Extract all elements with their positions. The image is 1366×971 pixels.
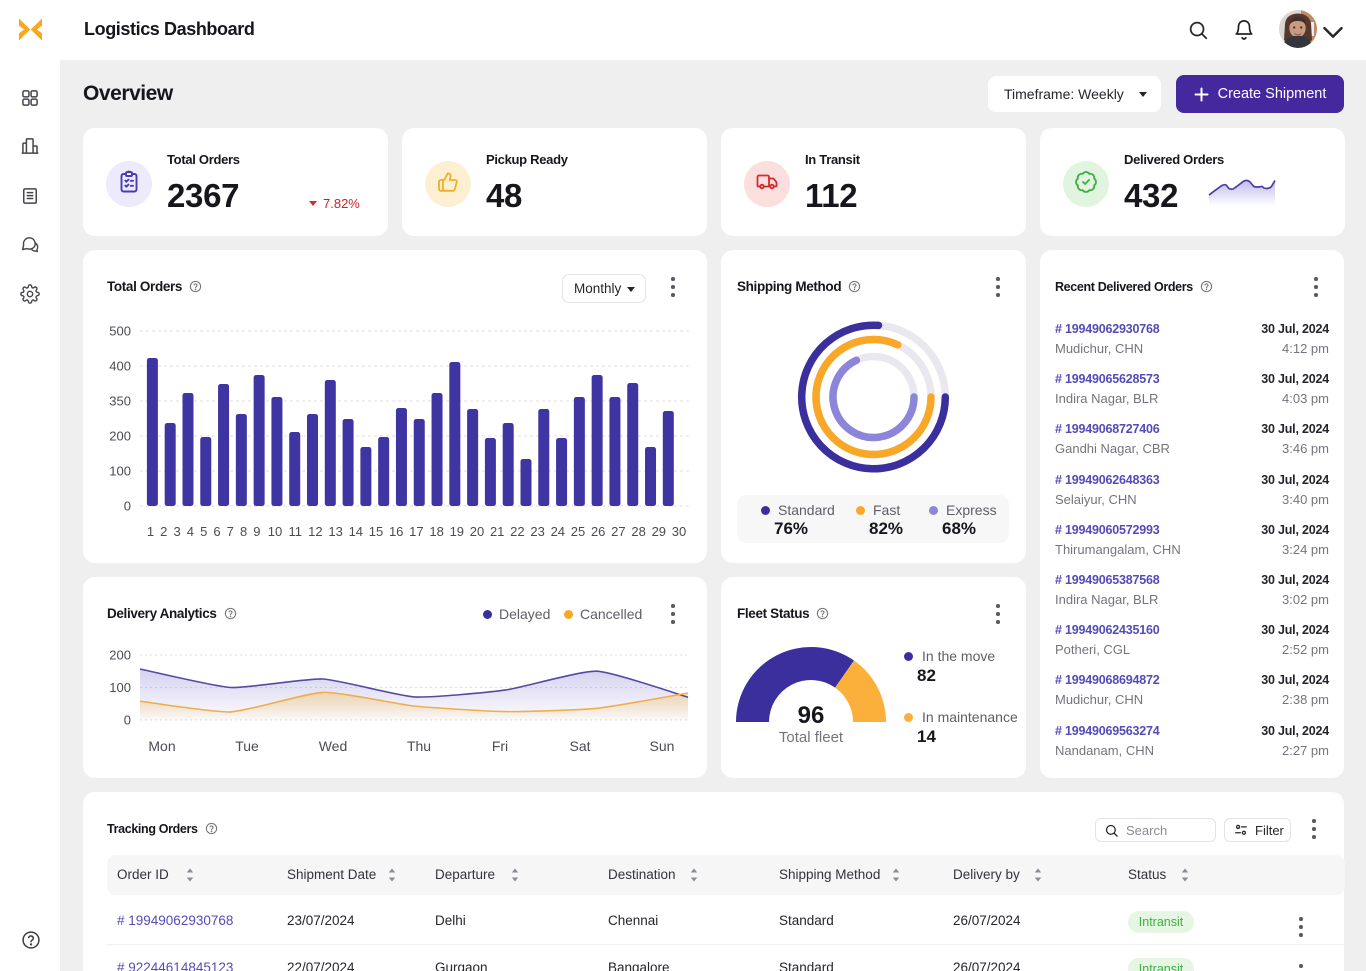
svg-text:6: 6 xyxy=(213,524,220,539)
svg-text:100: 100 xyxy=(109,464,131,479)
svg-text:22: 22 xyxy=(510,524,524,539)
svg-text:Mon: Mon xyxy=(148,738,175,754)
svg-text:27: 27 xyxy=(611,524,625,539)
svg-text:5: 5 xyxy=(200,524,207,539)
svg-text:200: 200 xyxy=(109,648,131,663)
svg-text:400: 400 xyxy=(109,359,131,374)
svg-text:1: 1 xyxy=(147,524,154,539)
svg-text:15: 15 xyxy=(369,524,383,539)
svg-text:10: 10 xyxy=(268,524,282,539)
svg-text:24: 24 xyxy=(551,524,565,539)
svg-text:Sun: Sun xyxy=(650,738,675,754)
svg-text:3: 3 xyxy=(173,524,180,539)
svg-text:100: 100 xyxy=(109,680,131,695)
svg-text:Tue: Tue xyxy=(235,738,259,754)
svg-text:2: 2 xyxy=(160,524,167,539)
svg-text:20: 20 xyxy=(470,524,484,539)
svg-text:4: 4 xyxy=(187,524,194,539)
svg-text:7: 7 xyxy=(227,524,234,539)
svg-text:23: 23 xyxy=(530,524,544,539)
svg-text:25: 25 xyxy=(571,524,585,539)
svg-text:13: 13 xyxy=(328,524,342,539)
svg-text:11: 11 xyxy=(288,524,302,539)
svg-text:Fri: Fri xyxy=(492,738,508,754)
svg-text:0: 0 xyxy=(124,713,131,728)
svg-text:17: 17 xyxy=(409,524,423,539)
svg-text:Thu: Thu xyxy=(407,738,431,754)
svg-text:26: 26 xyxy=(591,524,605,539)
svg-text:30: 30 xyxy=(672,524,686,539)
svg-text:500: 500 xyxy=(109,324,131,339)
svg-text:200: 200 xyxy=(109,429,131,444)
svg-text:12: 12 xyxy=(308,524,322,539)
svg-text:Sat: Sat xyxy=(569,738,590,754)
svg-text:14: 14 xyxy=(349,524,363,539)
svg-text:Wed: Wed xyxy=(319,738,348,754)
svg-text:0: 0 xyxy=(124,499,131,514)
svg-text:350: 350 xyxy=(109,394,131,409)
svg-text:28: 28 xyxy=(631,524,645,539)
svg-text:9: 9 xyxy=(253,524,260,539)
svg-text:18: 18 xyxy=(429,524,443,539)
svg-text:16: 16 xyxy=(389,524,403,539)
svg-text:29: 29 xyxy=(652,524,666,539)
svg-text:21: 21 xyxy=(490,524,504,539)
svg-text:8: 8 xyxy=(240,524,247,539)
svg-text:19: 19 xyxy=(450,524,464,539)
